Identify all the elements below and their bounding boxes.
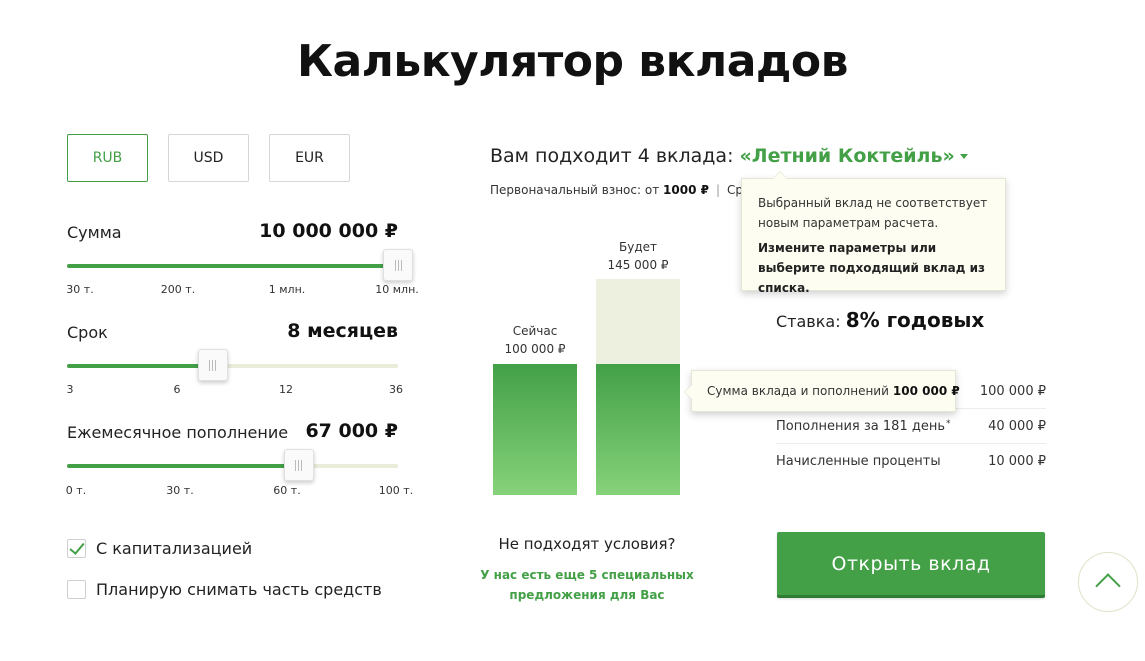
row-label: Пополнения за 181 день* (776, 418, 951, 434)
deposit-selector[interactable]: «Летний Коктейль» (740, 145, 955, 167)
monthly-value: 67 000 ₽ (305, 420, 398, 442)
row-value: 40 000 ₽ (988, 418, 1046, 434)
now-value: 100 000 ₽ (504, 342, 566, 356)
footnote-marker: * (946, 418, 951, 429)
sum-label: Сумма вклада и пополнений (707, 384, 889, 398)
initial-prefix: Первоначальный взнос: от (490, 183, 660, 197)
now-bar (493, 364, 577, 495)
amount-tick: 10 млн. (375, 283, 419, 296)
amount-tick: 1 млн. (268, 283, 306, 296)
capitalization-label: С капитализацией (96, 539, 253, 558)
future-label: Будет (618, 240, 657, 254)
withdraw-label: Планирую снимать часть средств (96, 580, 382, 599)
currency-usd-button[interactable]: USD (168, 134, 249, 182)
monthly-tick: 30 т. (166, 484, 194, 497)
open-deposit-button[interactable]: Открыть вклад (777, 532, 1045, 598)
rate-line: Ставка: 8% годовых (776, 308, 984, 332)
capitalization-option[interactable]: С капитализацией (67, 539, 252, 558)
term-tick: 6 (173, 383, 181, 396)
capitalization-checkbox[interactable] (67, 539, 86, 558)
currency-rub-button[interactable]: RUB (67, 134, 148, 182)
table-row: Пополнения за 181 день* 40 000 ₽ (776, 409, 1046, 444)
withdraw-checkbox[interactable] (67, 580, 86, 599)
row-label: Начисленные проценты (776, 454, 941, 469)
currency-eur-button[interactable]: EUR (269, 134, 350, 182)
fit-prefix: Вам подходит 4 вклада: (490, 145, 734, 167)
sum-value: 100 000 ₽ (892, 384, 960, 398)
amount-tick: 200 т. (160, 283, 196, 296)
monthly-tick: 0 т. (65, 484, 87, 497)
divider: | (715, 183, 720, 197)
future-bar-increment (596, 279, 680, 364)
withdraw-option[interactable]: Планирую снимать часть средств (67, 580, 382, 599)
initial-payment-line: Первоначальный взнос: от 1000 ₽ | Ср (490, 183, 743, 197)
amount-slider-fill (67, 264, 398, 268)
grip-icon (295, 459, 303, 471)
monthly-slider-handle[interactable] (283, 449, 314, 481)
special-offers-link[interactable]: У нас есть еще 5 специальных предложения… (472, 565, 702, 605)
no-fit-question: Не подходят условия? (498, 535, 676, 553)
term-slider-handle[interactable] (197, 349, 228, 381)
initial-amount: 1000 ₽ (663, 183, 709, 197)
amount-label: Сумма (67, 223, 122, 242)
grip-icon (209, 359, 217, 371)
grip-icon (394, 259, 402, 271)
sum-tooltip: Сумма вклада и пополнений 100 000 ₽ (684, 370, 960, 412)
term-tick: 3 (66, 383, 74, 396)
mismatch-tooltip: Выбранный вклад не соответствует новым п… (741, 171, 1006, 295)
mismatch-hint: Измените параметры или выберите подходящ… (758, 241, 985, 295)
amount-slider-handle[interactable] (383, 249, 413, 281)
rate-label: Ставка: (776, 312, 841, 331)
fit-headline: Вам подходит 4 вклада: «Летний Коктейль» (490, 145, 968, 167)
mismatch-text: Выбранный вклад не соответствует новым п… (758, 196, 988, 230)
caret-down-icon[interactable] (959, 154, 968, 159)
term-tick: 36 (389, 383, 403, 396)
scroll-top-button[interactable] (1078, 552, 1138, 612)
term-label: Срок (67, 323, 108, 342)
future-value: 145 000 ₽ (607, 258, 669, 272)
future-caption: Будет 145 000 ₽ (588, 238, 688, 274)
term-tick: 12 (279, 383, 293, 396)
amount-slider[interactable] (67, 249, 413, 281)
future-bar (596, 364, 680, 495)
term-slider[interactable] (67, 349, 398, 381)
page-title: Калькулятор вкладов (296, 36, 849, 87)
monthly-tick: 100 т. (378, 484, 414, 497)
row-value: 100 000 ₽ (979, 383, 1046, 399)
table-row: Начисленные проценты 10 000 ₽ (776, 444, 1046, 479)
now-caption: Сейчас 100 000 ₽ (485, 322, 585, 358)
monthly-slider[interactable] (67, 449, 398, 481)
now-label: Сейчас (512, 324, 558, 338)
chevron-up-icon (1095, 573, 1121, 599)
term-slider-fill (67, 364, 213, 368)
term-value: 8 месяцев (287, 320, 398, 342)
amount-tick: 30 т. (66, 283, 94, 296)
monthly-slider-fill (67, 464, 299, 468)
row-value: 10 000 ₽ (988, 454, 1046, 469)
rate-value: 8% годовых (845, 308, 985, 332)
monthly-tick: 60 т. (273, 484, 301, 497)
amount-value: 10 000 000 ₽ (259, 220, 398, 242)
